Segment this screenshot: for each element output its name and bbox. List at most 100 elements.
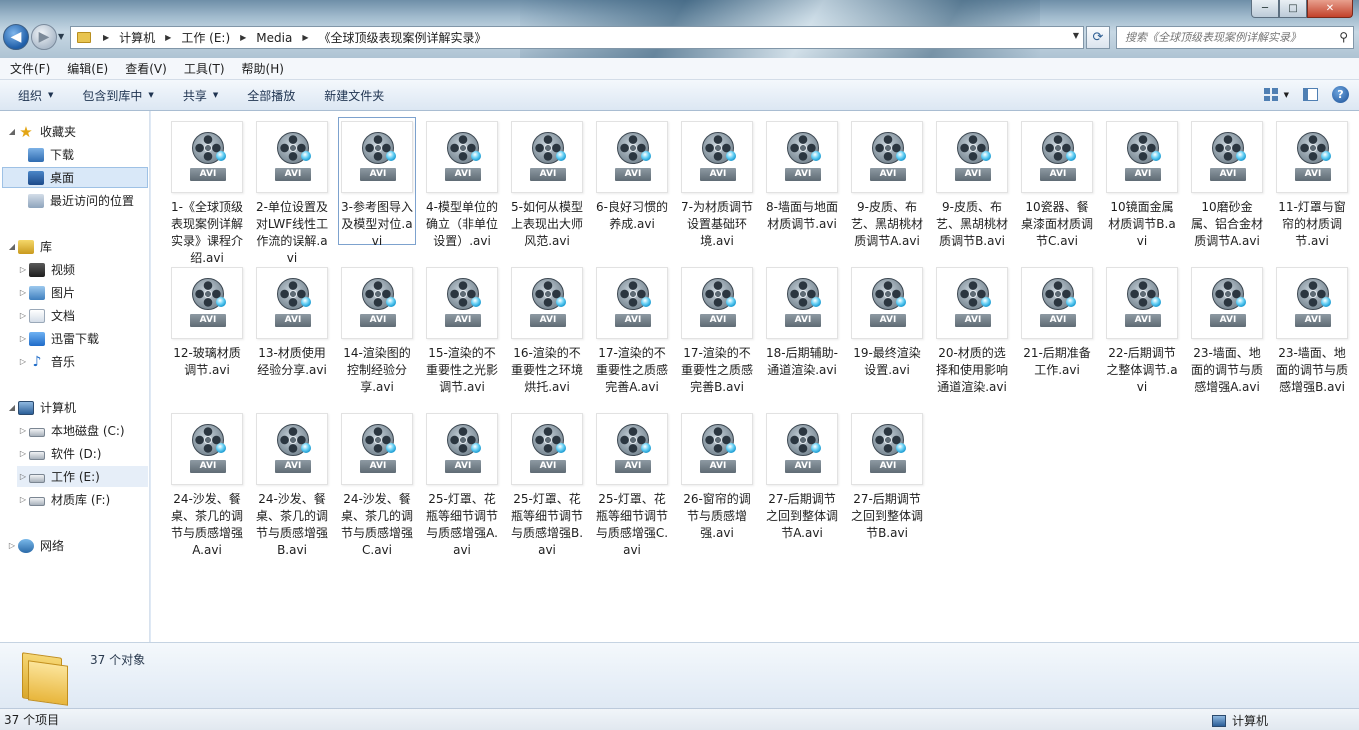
- file-item[interactable]: AVI 1-《全球顶级表现案例详解实录》课程介绍.avi: [168, 117, 246, 268]
- nav-downloads[interactable]: 下载: [28, 144, 74, 165]
- menu-edit[interactable]: 编辑(E): [57, 60, 115, 77]
- nav-drive-c[interactable]: ▷ 本地磁盘 (C:): [17, 420, 125, 441]
- organize-button[interactable]: 组织 ▼: [0, 87, 64, 104]
- nav-documents[interactable]: ▷ 文档: [17, 305, 75, 326]
- play-all-button[interactable]: 全部播放: [229, 87, 306, 104]
- file-item[interactable]: AVI 19-最终渲染设置.avi: [848, 263, 926, 380]
- file-item[interactable]: AVI 25-灯罩、花瓶等细节调节与质感增强B.avi: [508, 409, 586, 560]
- close-button[interactable]: ✕: [1307, 0, 1353, 18]
- file-item[interactable]: AVI 20-材质的选择和使用影响通道渲染.avi: [933, 263, 1011, 397]
- address-bar[interactable]: ▶ 计算机 ▶ 工作 (E:) ▶ Media ▶ 《全球顶级表现案例详解实录》…: [70, 26, 1084, 49]
- nav-favorites[interactable]: ◢ ★ 收藏夹: [6, 121, 76, 142]
- new-folder-button[interactable]: 新建文件夹: [306, 87, 395, 104]
- breadcrumb-computer[interactable]: 计算机: [115, 27, 159, 48]
- view-dropdown-icon[interactable]: ▼: [1284, 91, 1289, 99]
- file-item[interactable]: AVI 17-渲染的不重要性之质感完善B.avi: [678, 263, 756, 397]
- file-item[interactable]: AVI 16-渲染的不重要性之环境烘托.avi: [508, 263, 586, 397]
- nav-computer[interactable]: ◢ 计算机: [6, 397, 76, 418]
- expand-arrow-icon[interactable]: ▷: [17, 311, 29, 320]
- breadcrumb-media[interactable]: Media: [252, 27, 296, 48]
- back-button[interactable]: ◀: [3, 24, 29, 50]
- nav-network[interactable]: ▷ 网络: [6, 535, 64, 556]
- file-item[interactable]: AVI 24-沙发、餐桌、茶几的调节与质感增强C.avi: [338, 409, 416, 560]
- nav-drive-f[interactable]: ▷ 材质库 (F:): [17, 489, 110, 510]
- file-item[interactable]: AVI 4-模型单位的确立（非单位设置）.avi: [423, 117, 501, 251]
- chevron-right-icon[interactable]: ▶: [296, 33, 314, 42]
- file-item[interactable]: AVI 10镜面金属材质调节B.avi: [1103, 117, 1181, 251]
- file-item[interactable]: AVI 27-后期调节之回到整体调节B.avi: [848, 409, 926, 543]
- expand-arrow-icon[interactable]: ▷: [17, 472, 29, 481]
- expand-arrow-icon[interactable]: ▷: [17, 288, 29, 297]
- file-item[interactable]: AVI 21-后期准备工作.avi: [1018, 263, 1096, 380]
- file-item[interactable]: AVI 3-参考图导入及模型对位.avi: [338, 117, 416, 248]
- menu-tools[interactable]: 工具(T): [174, 60, 232, 77]
- nav-recent-places[interactable]: 最近访问的位置: [28, 190, 134, 211]
- file-item[interactable]: AVI 23-墙面、地面的调节与质感增强A.avi: [1188, 263, 1266, 397]
- menu-view[interactable]: 查看(V): [115, 60, 174, 77]
- chevron-right-icon[interactable]: ▶: [97, 33, 115, 42]
- minimize-button[interactable]: ─: [1251, 0, 1279, 18]
- file-item[interactable]: AVI 7-为材质调节设置基础环境.avi: [678, 117, 756, 251]
- menu-file[interactable]: 文件(F): [0, 60, 57, 77]
- nav-music[interactable]: ▷ ♪ 音乐: [17, 351, 75, 372]
- refresh-button[interactable]: ⟳: [1086, 26, 1110, 49]
- breadcrumb-current-folder[interactable]: 《全球顶级表现案例详解实录》: [315, 27, 491, 48]
- file-item[interactable]: AVI 5-如何从模型上表现出大师风范.avi: [508, 117, 586, 251]
- file-item[interactable]: AVI 18-后期辅助-通道渲染.avi: [763, 263, 841, 380]
- file-item[interactable]: AVI 25-灯罩、花瓶等细节调节与质感增强A.avi: [423, 409, 501, 560]
- collapse-arrow-icon[interactable]: ◢: [6, 127, 18, 136]
- nav-videos[interactable]: ▷ 视频: [17, 259, 75, 280]
- maximize-button[interactable]: □: [1279, 0, 1307, 18]
- expand-arrow-icon[interactable]: ▷: [6, 541, 18, 550]
- expand-arrow-icon[interactable]: ▷: [17, 357, 29, 366]
- nav-libraries[interactable]: ◢ 库: [6, 236, 52, 257]
- file-item[interactable]: AVI 10磨砂金属、铝合金材质调节A.avi: [1188, 117, 1266, 251]
- file-item[interactable]: AVI 22-后期调节之整体调节.avi: [1103, 263, 1181, 397]
- nav-drive-d[interactable]: ▷ 软件 (D:): [17, 443, 102, 464]
- file-item[interactable]: AVI 17-渲染的不重要性之质感完善A.avi: [593, 263, 671, 397]
- preview-pane-icon[interactable]: [1303, 88, 1318, 101]
- file-item[interactable]: AVI 2-单位设置及对LWF线性工作流的误解.avi: [253, 117, 331, 268]
- file-item[interactable]: AVI 9-皮质、布艺、黑胡桃材质调节A.avi: [848, 117, 926, 251]
- expand-arrow-icon[interactable]: ▷: [17, 334, 29, 343]
- file-item[interactable]: AVI 14-渲染图的控制经验分享.avi: [338, 263, 416, 397]
- expand-arrow-icon[interactable]: ▷: [17, 265, 29, 274]
- chevron-right-icon[interactable]: ▶: [234, 33, 252, 42]
- nav-drive-e[interactable]: ▷ 工作 (E:): [17, 466, 148, 487]
- expand-arrow-icon[interactable]: ▷: [17, 449, 29, 458]
- search-input[interactable]: [1125, 31, 1335, 44]
- chevron-right-icon[interactable]: ▶: [159, 33, 177, 42]
- expand-arrow-icon[interactable]: ▷: [17, 426, 29, 435]
- file-item[interactable]: AVI 9-皮质、布艺、黑胡桃材质调节B.avi: [933, 117, 1011, 251]
- file-item[interactable]: AVI 10瓷器、餐桌漆面材质调节C.avi: [1018, 117, 1096, 251]
- file-item[interactable]: AVI 12-玻璃材质调节.avi: [168, 263, 246, 380]
- nav-pictures[interactable]: ▷ 图片: [17, 282, 75, 303]
- menu-help[interactable]: 帮助(H): [232, 60, 291, 77]
- file-item[interactable]: AVI 8-墙面与地面材质调节.avi: [763, 117, 841, 234]
- collapse-arrow-icon[interactable]: ◢: [6, 242, 18, 251]
- nav-desktop[interactable]: 桌面: [2, 167, 148, 188]
- file-item[interactable]: AVI 24-沙发、餐桌、茶几的调节与质感增强B.avi: [253, 409, 331, 560]
- file-item[interactable]: AVI 11-灯罩与窗帘的材质调节.avi: [1273, 117, 1351, 251]
- change-view-icon[interactable]: [1263, 88, 1278, 101]
- file-item[interactable]: AVI 25-灯罩、花瓶等细节调节与质感增强C.avi: [593, 409, 671, 560]
- collapse-arrow-icon[interactable]: ◢: [6, 403, 18, 412]
- file-item[interactable]: AVI 6-良好习惯的养成.avi: [593, 117, 671, 234]
- file-item[interactable]: AVI 27-后期调节之回到整体调节A.avi: [763, 409, 841, 543]
- breadcrumb-drive-e[interactable]: 工作 (E:): [177, 27, 234, 48]
- file-item[interactable]: AVI 23-墙面、地面的调节与质感增强B.avi: [1273, 263, 1351, 397]
- address-dropdown-icon[interactable]: ▼: [1073, 31, 1079, 40]
- include-in-library-button[interactable]: 包含到库中 ▼: [64, 87, 164, 104]
- file-item[interactable]: AVI 24-沙发、餐桌、茶几的调节与质感增强A.avi: [168, 409, 246, 560]
- recent-pages-dropdown-icon[interactable]: ▼: [58, 32, 64, 41]
- file-item[interactable]: AVI 13-材质使用经验分享.avi: [253, 263, 331, 380]
- search-icon[interactable]: ⚲: [1339, 30, 1348, 44]
- share-button[interactable]: 共享 ▼: [165, 87, 229, 104]
- nav-thunder-downloads[interactable]: ▷ 迅雷下载: [17, 328, 99, 349]
- help-icon[interactable]: ?: [1332, 86, 1349, 103]
- forward-button[interactable]: ▶: [31, 24, 57, 50]
- file-item[interactable]: AVI 26-窗帘的调节与质感增强.avi: [678, 409, 756, 543]
- file-item[interactable]: AVI 15-渲染的不重要性之光影调节.avi: [423, 263, 501, 397]
- expand-arrow-icon[interactable]: ▷: [17, 495, 29, 504]
- search-box[interactable]: ⚲: [1116, 26, 1354, 49]
